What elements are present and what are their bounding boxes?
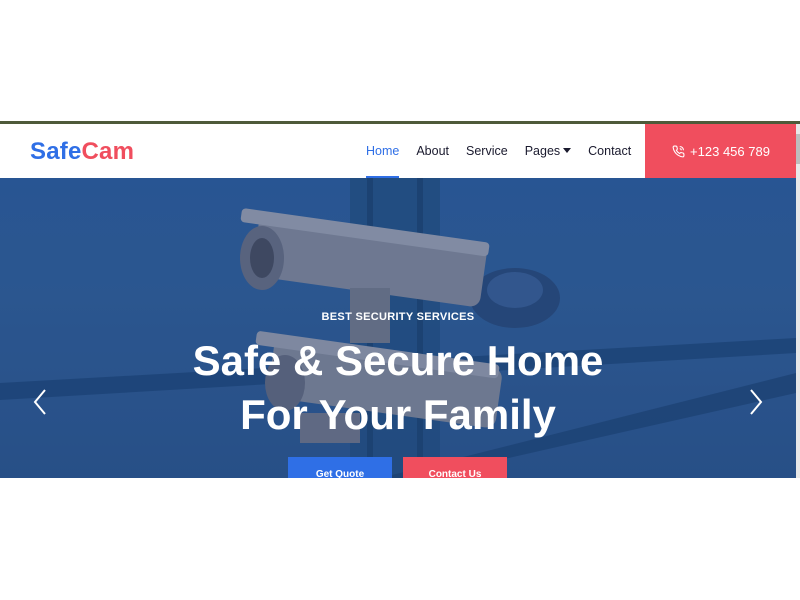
hero-headline-line1: Safe & Secure Home	[192, 337, 604, 384]
nav-item-home-label: Home	[366, 144, 400, 158]
phone-icon	[672, 145, 685, 157]
navbar: SafeCam Home About Service Pages Contact…	[0, 124, 800, 178]
brand-logo[interactable]: SafeCam	[30, 138, 134, 166]
nav-item-about-label: About	[416, 144, 450, 158]
nav-item-contact-label: Contact	[588, 144, 632, 158]
nav-item-about[interactable]: About	[416, 124, 449, 178]
chevron-right-icon[interactable]	[748, 388, 764, 416]
nav-item-pages[interactable]: Pages	[524, 124, 572, 178]
hero-carousel: BEST SECURITY SERVICES Safe & Secure Hom…	[0, 178, 796, 478]
main-menu: Home About Service Pages Contact	[366, 124, 648, 178]
hero-eyebrow: BEST SECURITY SERVICES	[321, 311, 475, 323]
nav-item-home[interactable]: Home	[366, 124, 400, 178]
contact-us-label: Contact Us	[428, 469, 482, 478]
phone-button[interactable]: +123 456 789	[645, 124, 797, 178]
hero-headline: Safe & Secure Home For Your Family	[0, 334, 796, 442]
hero-headline-line2: For Your Family	[240, 391, 556, 438]
scrollbar[interactable]	[796, 124, 800, 478]
caret-down-icon	[563, 148, 572, 154]
contact-us-button[interactable]: Contact Us	[403, 457, 507, 478]
brand-logo-part1: Safe	[30, 138, 82, 165]
scrollbar-thumb[interactable]	[796, 134, 800, 164]
nav-item-service-label: Service	[466, 144, 508, 158]
get-quote-button[interactable]: Get Quote	[288, 457, 392, 478]
brand-logo-part2: Cam	[81, 138, 135, 165]
nav-item-service[interactable]: Service	[466, 124, 508, 178]
nav-item-pages-label: Pages	[524, 144, 561, 158]
phone-number: +123 456 789	[690, 143, 770, 159]
chevron-left-icon[interactable]	[32, 388, 48, 416]
get-quote-label: Get Quote	[315, 469, 365, 478]
nav-item-contact[interactable]: Contact	[588, 124, 631, 178]
